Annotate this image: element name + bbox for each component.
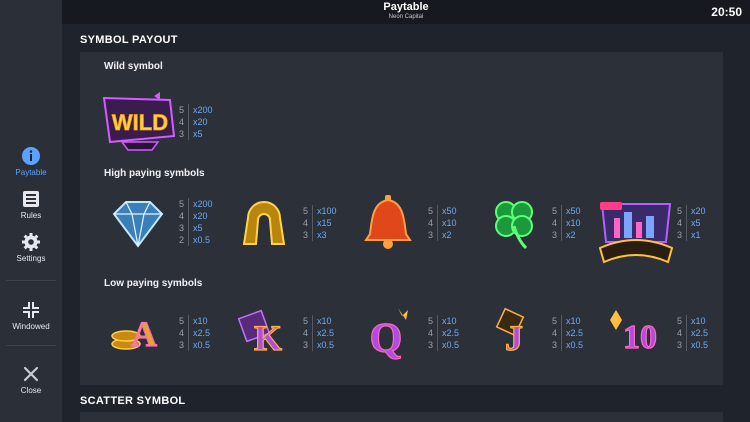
- paytable-diamond: 5 x200 4 x20 3 x5 2 x0.5: [179, 198, 213, 246]
- sidebar-label-rules: Rules: [20, 211, 42, 220]
- letter-j-text: J: [505, 318, 523, 358]
- paytable-k: 5 x10 4 x2.5 3 x0.5: [303, 315, 334, 351]
- pay-row: 4 x20: [179, 116, 208, 128]
- paytable-j: 5 x10 4 x2.5 3 x0.5: [552, 315, 583, 351]
- pay-row: 4 x10: [552, 217, 581, 229]
- close-icon: [23, 366, 39, 382]
- pay-row: 4 x15: [303, 217, 332, 229]
- sidebar-item-settings[interactable]: Settings: [0, 232, 62, 263]
- number-ten-symbol: 10: [602, 306, 672, 358]
- bell-symbol: [360, 194, 416, 252]
- group-title-wild: Wild symbol: [104, 61, 163, 72]
- sidebar-label-settings: Settings: [16, 254, 46, 263]
- number-ten-text: 10: [623, 319, 657, 356]
- sidebar: Paytable Rules Settings Windowed Close: [0, 0, 62, 422]
- letter-k-text: K: [254, 318, 282, 358]
- pay-row: 5 x10: [677, 315, 706, 327]
- page-title: Paytable: [383, 1, 429, 13]
- paytable-a: 5 x10 4 x2.5 3 x0.5: [179, 315, 210, 351]
- game-name: Neon Capital: [388, 14, 424, 20]
- paytable-ten: 5 x10 4 x2.5 3 x0.5: [677, 315, 708, 351]
- pay-row: 4 x2.5: [179, 327, 211, 339]
- paytable-clover: 5 x50 4 x10 3 x2: [552, 205, 581, 241]
- sidebar-label-windowed: Windowed: [12, 322, 50, 331]
- pay-row: 5 x200: [179, 198, 213, 210]
- clover-symbol: [486, 194, 542, 252]
- gear-icon: [22, 233, 40, 251]
- letter-q-text: Q: [370, 316, 403, 360]
- pay-row: 5 x200: [179, 104, 213, 116]
- info-icon: [22, 147, 40, 165]
- scatter-panel: [80, 412, 723, 422]
- top-bar: Paytable Neon Capital 20:50: [62, 0, 750, 24]
- sidebar-item-close[interactable]: Close: [0, 364, 62, 395]
- pay-row: 4 x2.5: [552, 327, 584, 339]
- pay-row: 5 x50: [428, 205, 457, 217]
- letter-a-symbol: A: [106, 306, 170, 356]
- pay-row: 3 x3: [303, 229, 327, 241]
- pay-row: 4 x5: [677, 217, 701, 229]
- paytable-bell: 5 x50 4 x10 3 x2: [428, 205, 457, 241]
- pay-row: 2 x0.5: [179, 234, 211, 246]
- paytable-horseshoe: 5 x100 4 x15 3 x3: [303, 205, 337, 241]
- paytable-q: 5 x10 4 x2.5 3 x0.5: [428, 315, 459, 351]
- pay-row: 3 x2: [428, 229, 452, 241]
- pay-row: 5 x10: [179, 315, 208, 327]
- pay-row: 5 x100: [303, 205, 337, 217]
- letter-k-symbol: K: [232, 306, 296, 359]
- list-icon: [23, 191, 39, 207]
- pay-row: 5 x10: [552, 315, 581, 327]
- pay-row: 5 x20: [677, 205, 706, 217]
- pay-row: 4 x10: [428, 217, 457, 229]
- sidebar-divider: [6, 280, 56, 281]
- sidebar-item-windowed[interactable]: Windowed: [0, 300, 62, 331]
- paytable-city-sign: 5 x20 4 x5 3 x1: [677, 205, 706, 241]
- group-title-high: High paying symbols: [104, 168, 205, 179]
- sidebar-label-close: Close: [20, 386, 42, 395]
- wild-symbol-text: WILD: [112, 110, 168, 135]
- pay-row: 4 x2.5: [677, 327, 709, 339]
- clock: 20:50: [711, 5, 742, 19]
- pay-row: 3 x0.5: [179, 339, 211, 351]
- pay-row: 3 x2: [552, 229, 576, 241]
- letter-a-text: A: [131, 314, 157, 354]
- pay-row: 4 x2.5: [428, 327, 460, 339]
- section-title-symbol-payout: SYMBOL PAYOUT: [80, 34, 178, 46]
- pay-row: 4 x20: [179, 210, 208, 222]
- pay-row: 3 x5: [179, 128, 203, 140]
- horseshoe-symbol: [234, 196, 294, 252]
- city-sign-symbol: [596, 192, 676, 268]
- pay-row: 3 x5: [179, 222, 203, 234]
- paytable-wild: 5 x200 4 x20 3 x5: [179, 104, 213, 140]
- sidebar-label-paytable: Paytable: [15, 168, 47, 177]
- wild-symbol: WILD: [100, 92, 180, 152]
- letter-j-symbol: J: [486, 306, 542, 359]
- section-title-scatter: SCATTER SYMBOL: [80, 395, 186, 407]
- pay-row: 3 x0.5: [428, 339, 460, 351]
- sidebar-divider: [6, 345, 56, 346]
- pay-row: 3 x1: [677, 229, 701, 241]
- group-title-low: Low paying symbols: [104, 278, 203, 289]
- pay-row: 4 x2.5: [303, 327, 335, 339]
- pay-row: 3 x0.5: [303, 339, 335, 351]
- pay-row: 5 x50: [552, 205, 581, 217]
- pay-row: 5 x10: [428, 315, 457, 327]
- pay-row: 5 x10: [303, 315, 332, 327]
- pay-row: 3 x0.5: [677, 339, 709, 351]
- sidebar-item-rules[interactable]: Rules: [0, 189, 62, 220]
- pay-row: 3 x0.5: [552, 339, 584, 351]
- sidebar-item-paytable[interactable]: Paytable: [0, 146, 62, 177]
- letter-q-symbol: Q: [358, 306, 420, 363]
- windowed-icon: [23, 302, 39, 318]
- diamond-symbol: [106, 196, 170, 250]
